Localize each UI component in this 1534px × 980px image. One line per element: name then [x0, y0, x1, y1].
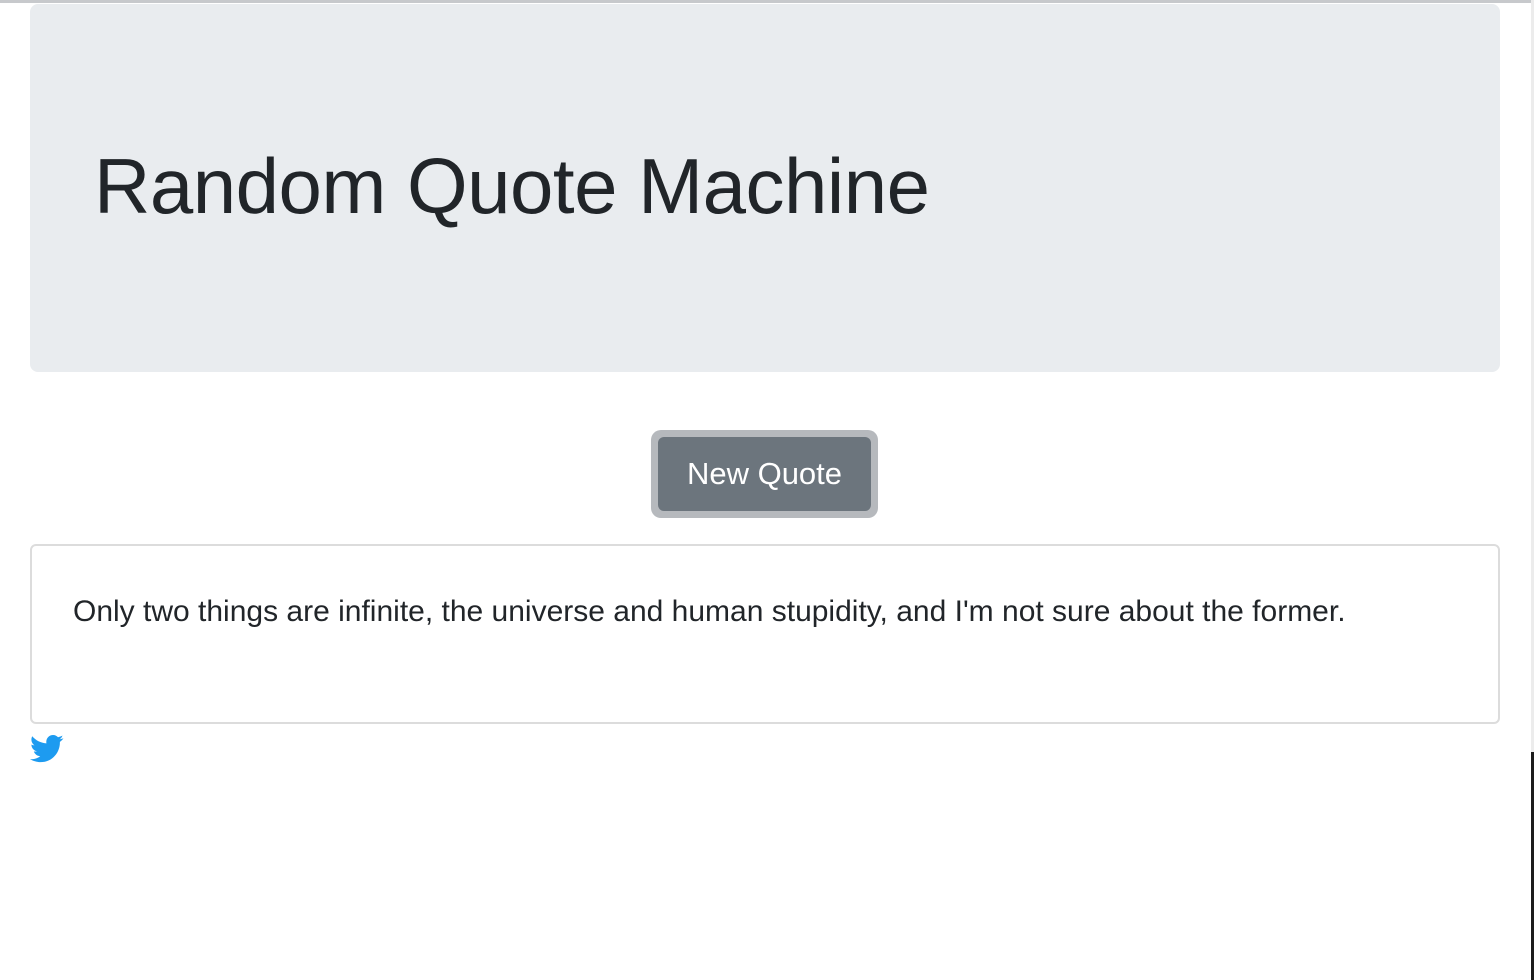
new-quote-button-focus-ring: New Quote — [651, 430, 878, 518]
window-top-border — [0, 0, 1534, 3]
quote-text: Only two things are infinite, the univer… — [73, 595, 1346, 628]
new-quote-button[interactable]: New Quote — [658, 437, 871, 511]
twitter-icon — [30, 734, 64, 763]
tweet-quote-link[interactable] — [30, 734, 64, 764]
header-jumbotron: Random Quote Machine — [30, 4, 1500, 372]
quote-card: Only two things are infinite, the univer… — [30, 544, 1500, 724]
page-title: Random Quote Machine — [94, 142, 930, 230]
